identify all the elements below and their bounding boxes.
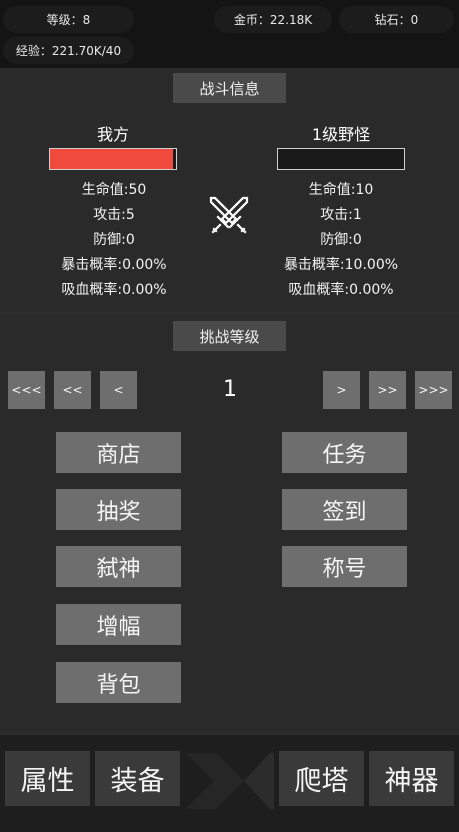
title-button[interactable]: 称号: [282, 546, 407, 587]
backpack-button[interactable]: 背包: [56, 662, 181, 703]
player-attack-stat: 攻击:5: [93, 207, 135, 223]
crossed-swords-icon: [209, 196, 249, 234]
tab-artifact[interactable]: 神器: [369, 751, 454, 806]
player-hp-bar: [49, 148, 177, 170]
player-lifesteal-stat: 吸血概率:0.00%: [61, 282, 167, 298]
player-defense-stat: 防御:0: [93, 232, 135, 248]
amplify-button[interactable]: 增幅: [56, 604, 181, 645]
battle-info-panel: 战斗信息 我方 1级野怪 生命值:50 攻击:5 防御:0 暴击概率:0.00%…: [0, 68, 459, 312]
enemy-hp-stat: 生命值:10: [308, 182, 374, 198]
tab-divider-arrow: [186, 753, 274, 809]
checkin-button[interactable]: 签到: [282, 489, 407, 530]
first-level-button[interactable]: <<<: [8, 371, 45, 409]
exp-label: 经验：221.70K/40: [15, 44, 122, 58]
diamond-badge: 钻石：0: [339, 6, 454, 33]
diamond-label: 钻石：0: [374, 13, 419, 27]
prev-ten-levels-button[interactable]: <<: [54, 371, 91, 409]
challenge-level-value: 1: [223, 377, 237, 402]
challenge-title: 挑战等级: [173, 321, 286, 351]
player-name: 我方: [96, 125, 129, 144]
player-hp-stat: 生命值:50: [81, 182, 147, 198]
shop-button[interactable]: 商店: [56, 432, 181, 473]
lottery-button[interactable]: 抽奖: [56, 489, 181, 530]
gold-badge: 金币：22.18K: [214, 6, 332, 33]
battle-info-title: 战斗信息: [173, 73, 286, 103]
tab-tower[interactable]: 爬塔: [279, 751, 364, 806]
next-level-button[interactable]: >: [323, 371, 360, 409]
enemy-lifesteal-stat: 吸血概率:0.00%: [288, 282, 394, 298]
exp-badge: 经验：221.70K/40: [3, 37, 134, 64]
player-crit-stat: 暴击概率:0.00%: [61, 257, 167, 273]
level-badge: 等级：8: [3, 6, 134, 33]
enemy-hp-bar: [277, 148, 405, 170]
level-label: 等级：8: [46, 13, 91, 27]
enemy-name: 1级野怪: [311, 125, 371, 144]
enemy-crit-stat: 暴击概率:10.00%: [283, 257, 399, 273]
gold-label: 金币：22.18K: [233, 13, 313, 27]
last-level-button[interactable]: >>>: [415, 371, 452, 409]
tab-attributes[interactable]: 属性: [5, 751, 90, 806]
next-ten-levels-button[interactable]: >>: [369, 371, 406, 409]
tab-equipment[interactable]: 装备: [95, 751, 180, 806]
enemy-attack-stat: 攻击:1: [320, 207, 362, 223]
enemy-defense-stat: 防御:0: [320, 232, 362, 248]
quest-button[interactable]: 任务: [282, 432, 407, 473]
top-status-bar: 等级：8 金币：22.18K 钻石：0 经验：221.70K/40: [0, 0, 459, 68]
slay-god-button[interactable]: 弑神: [56, 546, 181, 587]
prev-level-button[interactable]: <: [100, 371, 137, 409]
player-hp-fill: [50, 149, 174, 169]
